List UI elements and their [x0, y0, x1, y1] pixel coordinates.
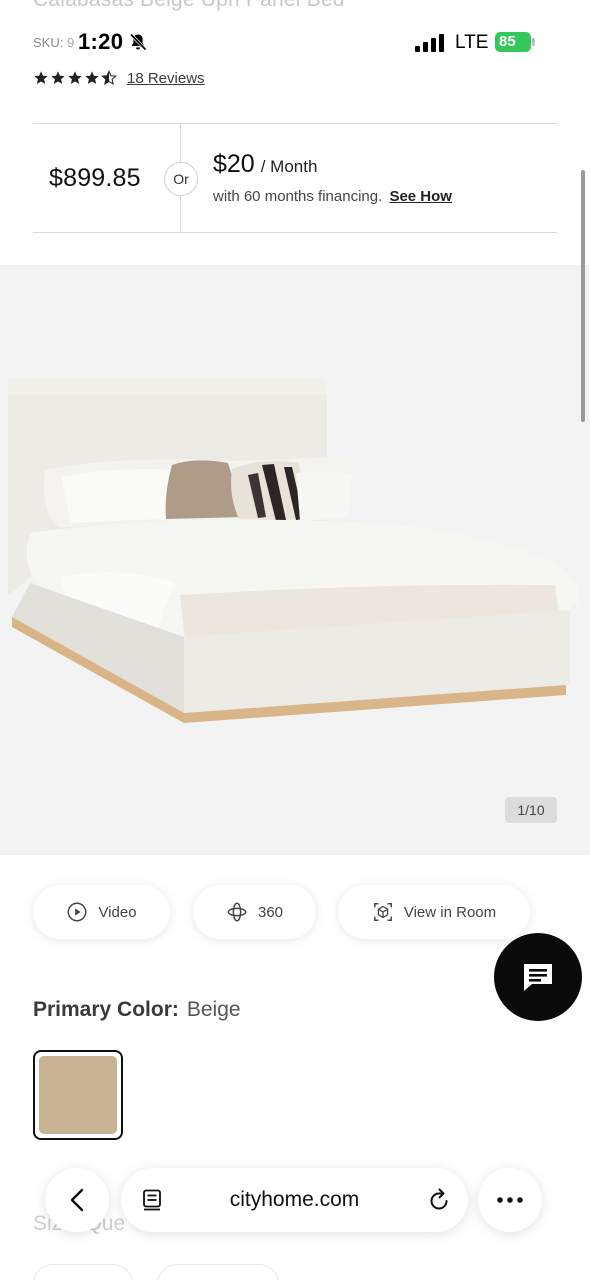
video-button[interactable]: Video: [33, 885, 170, 939]
view-in-room-button[interactable]: View in Room: [338, 885, 530, 939]
primary-color-label: Primary Color:: [33, 998, 179, 1021]
star-full-icon: [85, 71, 99, 84]
or-badge: Or: [164, 162, 198, 196]
color-swatch-beige[interactable]: [33, 1050, 123, 1140]
financing-text: with 60 months financing. See How: [213, 188, 452, 205]
status-bar: SKU: 9 1:20 LTE 85: [0, 24, 590, 64]
monthly-payment: $20 / Month: [213, 150, 317, 179]
product-title-faded: Calabasas Beige Uph Panel Bed: [33, 0, 345, 12]
browser-toolbar: cityhome.com: [0, 1165, 590, 1240]
more-options-button[interactable]: [478, 1168, 542, 1232]
product-image[interactable]: 1/10: [0, 265, 590, 855]
more-dots-icon: [497, 1197, 523, 1203]
battery-indicator: 85: [495, 32, 535, 52]
bell-muted-icon: [129, 33, 147, 51]
cellular-signal-icon: [415, 34, 444, 52]
star-full-icon: [68, 71, 82, 84]
image-counter: 1/10: [505, 797, 557, 823]
360-button-label: 360: [257, 903, 284, 921]
swatch-fill: [39, 1056, 117, 1134]
sku-label: SKU: 9: [33, 35, 74, 50]
chevron-left-icon: [70, 1188, 84, 1212]
primary-color-heading: Primary Color: Beige: [33, 998, 241, 1022]
video-button-label: Video: [98, 903, 137, 921]
address-bar[interactable]: cityhome.com: [121, 1168, 468, 1232]
reviews-link[interactable]: 18 Reviews: [127, 70, 205, 87]
view-in-room-label: View in Room: [403, 903, 497, 921]
see-how-link[interactable]: See How: [389, 188, 452, 205]
360-view-button[interactable]: 360: [193, 885, 316, 939]
sku-label-text: SKU:: [33, 35, 64, 50]
star-half-icon: [101, 70, 117, 86]
star-full-icon: [34, 71, 48, 84]
monthly-amount: $20: [213, 150, 255, 178]
battery-level: 85: [495, 32, 531, 52]
chat-bubble-icon: [524, 964, 552, 991]
back-button[interactable]: [45, 1168, 109, 1232]
battery-tip: [532, 38, 535, 46]
url-text: cityhome.com: [229, 1188, 360, 1211]
size-option[interactable]: [33, 1264, 133, 1280]
star-rating: [33, 70, 117, 86]
primary-color-value: Beige: [186, 998, 241, 1021]
play-circle-icon: [68, 902, 87, 922]
ar-cube-icon: [373, 903, 392, 921]
chat-button[interactable]: [494, 933, 582, 1021]
status-time: 1:20: [78, 29, 124, 54]
carrier-label: LTE: [455, 32, 489, 53]
star-full-icon: [51, 71, 65, 84]
product-price: $899.85: [49, 164, 141, 192]
rating-row: 18 Reviews: [33, 68, 205, 88]
rotate-360-icon: [227, 902, 247, 922]
monthly-unit: / Month: [260, 157, 318, 176]
sku-value: 9: [66, 35, 75, 50]
reload-icon[interactable]: [427, 1187, 451, 1213]
bed-photo: [8, 378, 579, 723]
financing-description: with 60 months financing.: [213, 188, 383, 205]
scroll-indicator[interactable]: [581, 170, 585, 422]
price-box: $899.85 Or $20 / Month with 60 months fi…: [33, 123, 557, 233]
size-option[interactable]: [157, 1264, 279, 1280]
